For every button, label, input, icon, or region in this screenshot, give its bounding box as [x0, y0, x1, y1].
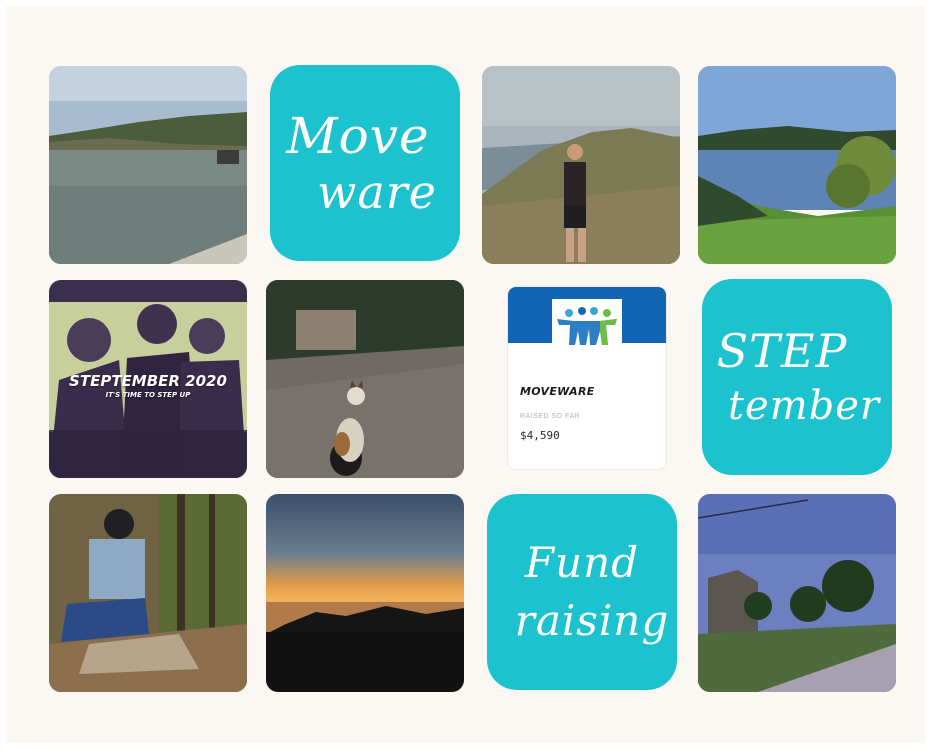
steptember-word-1: STEP	[716, 323, 848, 378]
fundraising-word-2: raising	[514, 596, 670, 645]
dusk-street-photo	[698, 494, 896, 692]
moveware-tile: Move ware	[270, 65, 460, 261]
people-logo-icon	[552, 299, 622, 353]
raised-label: RAISED SO FAR	[520, 413, 581, 420]
moveware-word-2: ware	[316, 165, 437, 220]
fundraising-word-1: Fund	[524, 537, 640, 587]
steptember-poster: STEPTEMBER 2020 IT'S TIME TO STEP UP	[49, 280, 247, 478]
collage-board: Move ware STEPTEMBER 2020 IT'S TIME TO S…	[6, 6, 925, 743]
beach-photo	[49, 66, 247, 264]
raised-amount: $4,590	[520, 429, 560, 442]
steptember-word-2: tember	[727, 383, 881, 430]
steptember-tile: STEP tember	[702, 279, 892, 475]
sunset-photo	[266, 494, 464, 692]
moveware-word-1: Move	[286, 106, 430, 165]
fundraising-card[interactable]: MOVEWARE RAISED SO FAR $4,590	[508, 287, 666, 469]
fundraising-tile: Fund raising	[487, 494, 677, 690]
card-banner	[508, 287, 666, 353]
cat-street-photo	[266, 280, 464, 478]
team-name: MOVEWARE	[520, 385, 595, 398]
lake-photo	[698, 66, 896, 264]
woman-forest-photo	[49, 494, 247, 692]
hiker-photo	[482, 66, 680, 264]
poster-subtitle: IT'S TIME TO STEP UP	[105, 391, 191, 399]
poster-title: STEPTEMBER 2020	[69, 372, 227, 390]
